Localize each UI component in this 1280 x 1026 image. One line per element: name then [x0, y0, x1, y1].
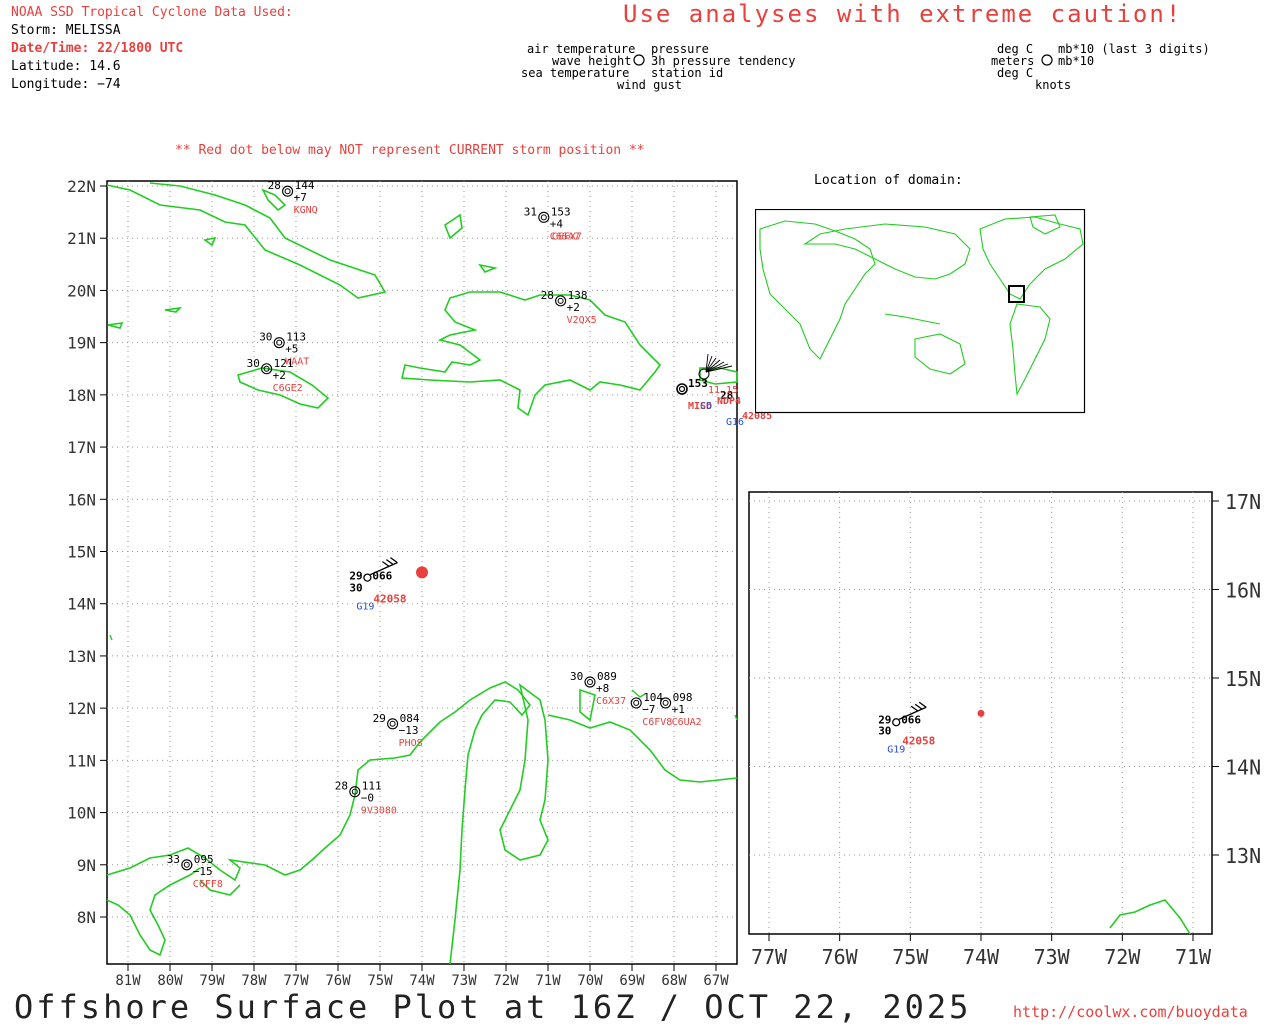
zoom-lon-label-74W: 74W [963, 945, 1000, 969]
zoom-lat-label-14N: 14N [1225, 756, 1261, 780]
zoom-station-id: 42058 [902, 734, 935, 747]
zoom-lat-label-15N: 15N [1225, 667, 1261, 691]
zoom-lon-label-77W: 77W [751, 945, 788, 969]
zoom-lat-label-17N: 17N [1225, 490, 1261, 514]
zoom-map: 17N16N15N14N13N77W 76W 75W 74W 73W 72W 71W 29 0… [748, 490, 1261, 969]
zoom-map-station: 29 0663042058G19 [878, 701, 985, 755]
zoom-station-42058[interactable]: 29 0663042058G19 [878, 701, 935, 755]
zoom-map-grid: 17N 16N 15N 14N 13N 77W 76W 75W 74W 73W 72W 71W [749, 490, 1261, 969]
zoom-lat-label-16N: 16N [1225, 579, 1261, 603]
zoom-storm-dot[interactable] [977, 709, 985, 717]
zoom-station-sst: 30 [878, 724, 891, 737]
zoom-lon-label-71W: 71W [1175, 945, 1212, 969]
zoom-lon-label-75W: 75W [892, 945, 929, 969]
footer-title: Offshore Surface Plot at 16Z / OCT 22, 2… [14, 988, 972, 1026]
zoom-lat-label-13N: 13N [1225, 844, 1261, 868]
zoom-lon-label-72W: 72W [1104, 945, 1141, 969]
zoom-station-pressure: 066 [901, 713, 921, 726]
footer-url[interactable]: http://coolwx.com/buoydata [1013, 1003, 1248, 1021]
zoom-lon-label-73W: 73W [1034, 945, 1071, 969]
zoom-lon-label-76W: 76W [822, 945, 859, 969]
zoom-station-gust: G19 [887, 744, 905, 755]
